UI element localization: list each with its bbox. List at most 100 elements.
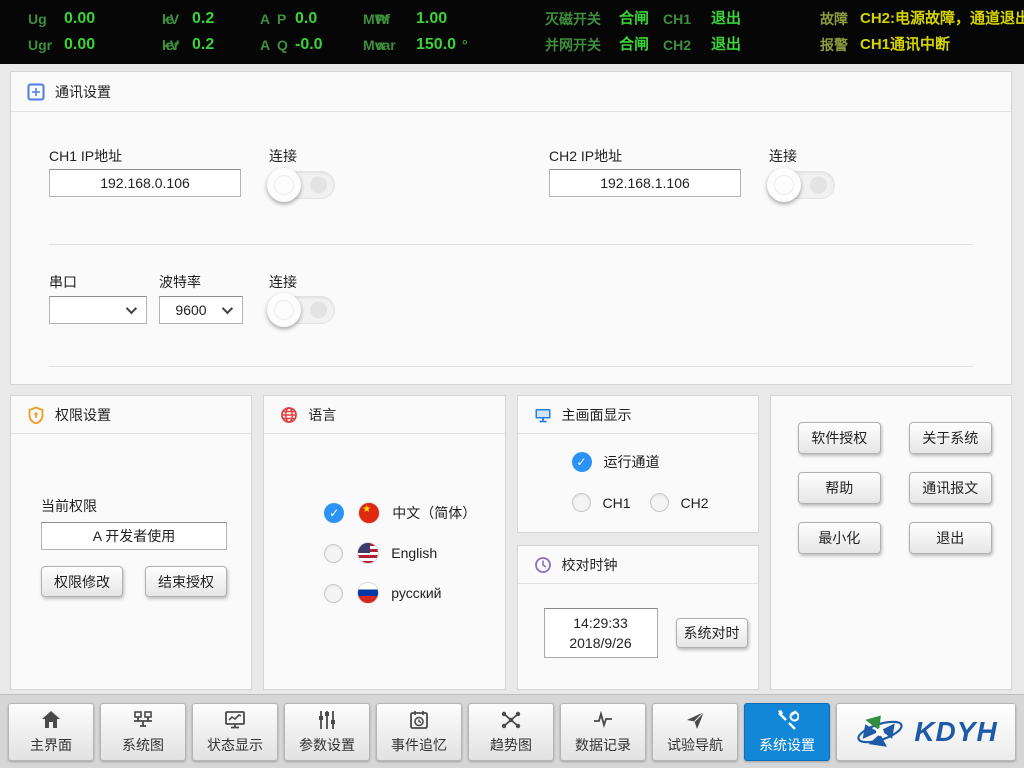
nav-test-guide[interactable]: 试验导航 (652, 703, 738, 761)
metric-label: Ugr (28, 33, 64, 57)
ch1-option-label: CH1 (603, 495, 631, 511)
status-bar: Ug0.00kV Ugr0.00kV Ie0.2A Ier0.2A P0.0MW… (0, 0, 1024, 64)
nav-event-recall[interactable]: 事件追忆 (376, 703, 462, 761)
end-authorization-button[interactable]: 结束授权 (145, 566, 227, 597)
permission-panel: 权限设置 当前权限 A 开发者使用 权限修改 结束授权 (10, 395, 252, 690)
us-flag-icon (357, 542, 379, 564)
serial-connect-toggle[interactable] (269, 296, 335, 324)
switch-value: 合闸 (619, 7, 649, 31)
nav-trend-chart[interactable]: 趋势图 (468, 703, 554, 761)
ch1-connect-label: 连接 (269, 146, 297, 166)
fault-value: CH2:电源故障，通道退出 (860, 7, 1024, 31)
toggle-knob (767, 168, 801, 202)
panel-title: 通讯设置 (55, 82, 111, 102)
radio-icon[interactable] (324, 584, 343, 603)
language-option-label: English (391, 545, 437, 561)
toggle-knob (267, 168, 301, 202)
divider (49, 244, 973, 245)
nav-label: 试验导航 (667, 735, 723, 755)
metric-unit: A (260, 7, 270, 31)
channel-ch1-option[interactable]: CH1 (572, 493, 631, 512)
minimize-button[interactable]: 最小化 (798, 522, 881, 554)
trend-nodes-icon (499, 708, 523, 732)
ch2-ip-label: CH2 IP地址 (549, 146, 622, 166)
nav-data-record[interactable]: 数据记录 (560, 703, 646, 761)
serial-connect-label: 连接 (269, 272, 297, 292)
run-channel-label: 运行通道 (604, 452, 660, 472)
metric-value: 1.00 (416, 7, 447, 31)
radio-checked-icon[interactable]: ✓ (324, 503, 344, 523)
metric-value: 0.0 (295, 7, 355, 31)
run-channel-option[interactable]: ✓ 运行通道 (572, 452, 660, 472)
diagram-icon (131, 708, 155, 732)
ch1-connect-toggle[interactable] (269, 171, 335, 199)
main-display-header: 主画面显示 (518, 396, 758, 434)
ch1-ip-label: CH1 IP地址 (49, 146, 122, 166)
radio-icon[interactable] (572, 493, 591, 512)
nav-system-diagram[interactable]: 系统图 (100, 703, 186, 761)
baud-rate-select[interactable]: 9600 (159, 296, 243, 324)
metric-unit: A (260, 33, 270, 57)
exit-button[interactable]: 退出 (909, 522, 992, 554)
baud-rate-value: 9600 (160, 302, 222, 318)
panel-title: 权限设置 (55, 405, 111, 425)
help-button[interactable]: 帮助 (798, 472, 881, 504)
alarm-value: CH1通讯中断 (860, 33, 950, 57)
ch2-connect-toggle[interactable] (769, 171, 835, 199)
nav-label: 系统设置 (759, 735, 815, 755)
alarm-label: 报警 (820, 33, 860, 57)
divider (49, 366, 973, 367)
serial-port-select[interactable] (49, 296, 147, 324)
time-value: 14:29:33 (573, 613, 628, 633)
nav-label: 系统图 (122, 735, 164, 755)
channel-label: CH1 (663, 7, 705, 31)
comm-message-button[interactable]: 通讯报文 (909, 472, 992, 504)
language-option-russian[interactable]: русский (324, 582, 441, 604)
russia-flag-icon (357, 582, 379, 604)
clock-icon (534, 556, 552, 574)
panel-title: 语言 (308, 405, 336, 425)
metric-value: 150.0 (416, 33, 456, 57)
ch1-ip-input[interactable]: 192.168.0.106 (49, 169, 241, 197)
system-buttons-panel: 软件授权 关于系统 帮助 通讯报文 最小化 退出 (770, 395, 1012, 690)
channel-ch2-option[interactable]: CH2 (650, 493, 709, 512)
current-permission-field: A 开发者使用 (41, 522, 227, 550)
monitor-icon (534, 406, 552, 424)
metric-label: Ie (162, 7, 192, 31)
brand-logo-button[interactable]: KDYH (836, 703, 1016, 761)
switch-value: 合闸 (619, 33, 649, 57)
language-option-english[interactable]: English (324, 542, 437, 564)
nav-system-settings[interactable]: 系统设置 (744, 703, 830, 761)
nav-label: 事件追忆 (391, 735, 447, 755)
ch2-ip-input[interactable]: 192.168.1.106 (549, 169, 741, 197)
radio-icon[interactable] (650, 493, 669, 512)
about-system-button[interactable]: 关于系统 (909, 422, 992, 454)
metric-value: 0.00 (64, 7, 130, 31)
china-flag-icon (358, 502, 380, 524)
metric-label: α (376, 33, 404, 57)
nav-param-settings[interactable]: 参数设置 (284, 703, 370, 761)
metric-label: Ug (28, 7, 64, 31)
chevron-down-icon (126, 303, 137, 314)
radio-icon[interactable] (324, 544, 343, 563)
software-license-button[interactable]: 软件授权 (798, 422, 881, 454)
baud-rate-label: 波特率 (159, 272, 201, 292)
current-permission-label: 当前权限 (41, 496, 97, 516)
language-option-chinese[interactable]: ✓ 中文（简体） (324, 502, 476, 524)
system-sync-button[interactable]: 系统对时 (676, 618, 748, 648)
nav-main-screen[interactable]: 主界面 (8, 703, 94, 761)
date-value: 2018/9/26 (569, 633, 631, 653)
channel-label: CH2 (663, 33, 705, 57)
modify-permission-button[interactable]: 权限修改 (41, 566, 123, 597)
tools-icon (775, 708, 799, 732)
chevron-down-icon (222, 303, 233, 314)
permission-header: 权限设置 (11, 396, 251, 434)
channel-value: 退出 (711, 7, 741, 31)
brand-logo-text: KDYH (914, 716, 997, 748)
toggle-dot (310, 177, 327, 194)
checkbox-checked-icon[interactable]: ✓ (572, 452, 592, 472)
metric-value: -0.0 (295, 33, 355, 57)
comm-settings-header: 通讯设置 (11, 72, 1011, 112)
nav-status-display[interactable]: 状态显示 (192, 703, 278, 761)
toggle-dot (310, 302, 327, 319)
